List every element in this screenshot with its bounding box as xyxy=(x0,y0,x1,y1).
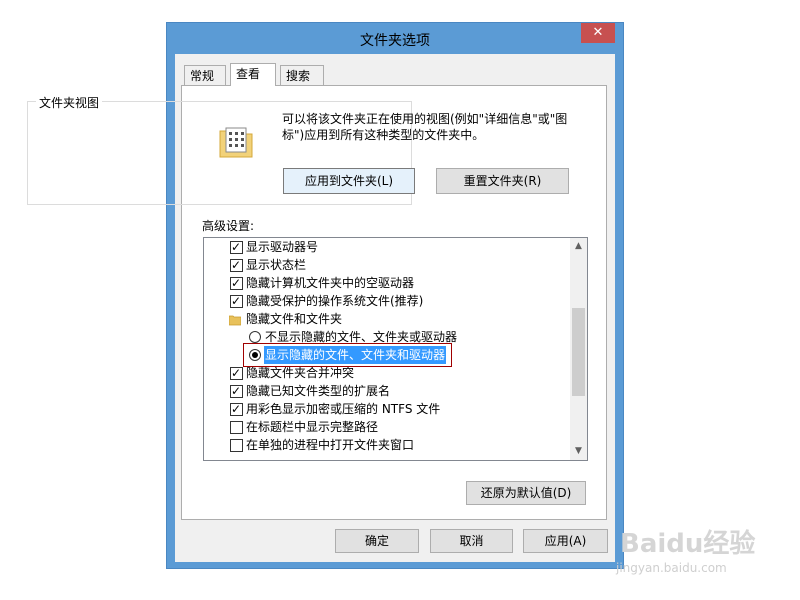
tab-search[interactable]: 搜索 xyxy=(280,65,324,85)
restore-defaults-button[interactable]: 还原为默认值(D) xyxy=(466,481,586,505)
folder-icon xyxy=(228,313,242,331)
checkbox[interactable] xyxy=(230,256,243,274)
highlight-annotation-box xyxy=(243,343,452,367)
tab-view[interactable]: 查看 xyxy=(230,63,276,86)
close-button[interactable]: ✕ xyxy=(581,23,615,43)
dialog-title: 文件夹选项 xyxy=(360,33,430,49)
vertical-scrollbar[interactable]: ▲ ▼ xyxy=(570,238,587,460)
advanced-settings-label: 高级设置: xyxy=(202,219,255,233)
ok-button[interactable]: 确定 xyxy=(335,529,419,553)
watermark-brand: Baidu经验 xyxy=(620,529,756,559)
tab-general[interactable]: 常规 xyxy=(184,65,226,85)
checkbox[interactable] xyxy=(230,382,243,400)
checkbox[interactable] xyxy=(230,364,243,382)
folder-view-description: 可以将该文件夹正在使用的视图(例如"详细信息"或"图标")应用到所有这种类型的文… xyxy=(282,112,568,142)
watermark-url: jingyan.baidu.com xyxy=(616,561,727,575)
folder-view-group-label: 文件夹视图 xyxy=(36,94,103,111)
reset-folders-button[interactable]: 重置文件夹(R) xyxy=(436,168,569,194)
checkbox[interactable] xyxy=(230,238,243,256)
checkbox[interactable] xyxy=(230,292,243,310)
cancel-button[interactable]: 取消 xyxy=(430,529,513,553)
checkbox[interactable] xyxy=(230,400,243,418)
radio-button[interactable] xyxy=(249,331,261,343)
folder-icon xyxy=(229,456,241,460)
scroll-up-arrow-icon[interactable]: ▲ xyxy=(570,238,587,255)
scroll-down-arrow-icon[interactable]: ▼ xyxy=(570,443,587,460)
folder-view-icon xyxy=(219,125,253,159)
apply-button[interactable]: 应用(A) xyxy=(523,529,608,553)
baidu-watermark: Baidu经验 jingyan.baidu.com xyxy=(612,515,792,585)
checkbox[interactable] xyxy=(230,274,243,292)
checkbox[interactable] xyxy=(230,421,243,434)
scrollbar-thumb[interactable] xyxy=(572,308,585,396)
checkbox[interactable] xyxy=(230,439,243,452)
close-icon: ✕ xyxy=(592,25,604,40)
apply-to-folders-button[interactable]: 应用到文件夹(L) xyxy=(283,168,415,194)
title-bar[interactable]: 文件夹选项 ✕ xyxy=(167,23,623,53)
